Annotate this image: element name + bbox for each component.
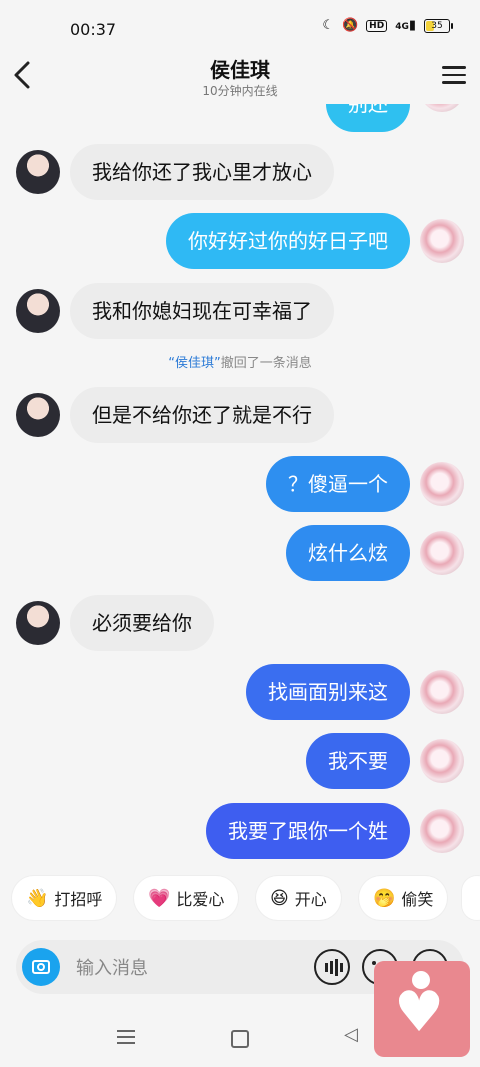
message-row: 别还 — [0, 104, 480, 132]
message-bubble-outgoing[interactable]: 别还 — [326, 104, 410, 132]
smirk-icon: 🤭 — [373, 887, 396, 909]
voice-icon[interactable] — [314, 949, 350, 985]
quick-reply-label: 偷笑 — [401, 890, 434, 909]
contact-avatar[interactable] — [16, 393, 60, 437]
message-input[interactable]: 输入消息 — [76, 954, 148, 980]
message-bubble-outgoing[interactable]: 我不要 — [306, 733, 410, 789]
my-avatar[interactable] — [420, 739, 464, 783]
quick-reply-greet[interactable]: 👋 打招呼 — [12, 876, 117, 920]
chat-header: 侯佳琪 10分钟内在线 — [0, 48, 480, 104]
system-nav-bar: ◁ — [0, 1010, 480, 1067]
message-row: 炫什么炫 — [0, 525, 480, 581]
my-avatar[interactable] — [420, 462, 464, 506]
battery-icon: 35 — [424, 18, 453, 33]
status-time: 00:37 — [70, 20, 117, 39]
quick-reply-label: 打招呼 — [54, 890, 103, 909]
quick-reply-heart[interactable]: 💗 比爱心 — [134, 876, 239, 920]
message-row: 我给你还了我心里才放心 — [0, 144, 480, 200]
message-row: 必须要给你 — [0, 595, 480, 651]
quick-reply-more[interactable] — [462, 876, 480, 920]
contact-avatar[interactable] — [16, 289, 60, 333]
message-bubble-incoming[interactable]: 我和你媳妇现在可幸福了 — [70, 283, 334, 339]
my-avatar[interactable] — [420, 670, 464, 714]
my-avatar[interactable] — [420, 219, 464, 263]
heart-icon: 💗 — [148, 887, 171, 909]
recent-apps-icon[interactable] — [117, 1030, 135, 1048]
message-row: 我要了跟你一个姓 — [0, 803, 480, 859]
message-row: 你好好过你的好日子吧 — [0, 213, 480, 269]
grin-icon: 😆 — [270, 887, 289, 909]
message-row: 但是不给你还了就是不行 — [0, 387, 480, 443]
wave-hand-icon: 👋 — [26, 887, 49, 909]
my-avatar[interactable] — [420, 104, 464, 112]
message-bubble-outgoing[interactable]: ？傻逼一个 — [266, 456, 410, 512]
message-row: ？傻逼一个 — [0, 456, 480, 512]
message-bubble-outgoing[interactable]: 你好好过你的好日子吧 — [166, 213, 410, 269]
message-bubble-outgoing[interactable]: 炫什么炫 — [286, 525, 410, 581]
message-row: 我和你媳妇现在可幸福了 — [0, 283, 480, 339]
menu-icon[interactable] — [442, 66, 466, 86]
contact-avatar[interactable] — [16, 150, 60, 194]
quick-reply-label: 开心 — [294, 890, 327, 909]
quick-reply-label: 比爱心 — [176, 890, 225, 909]
recall-notice-text: 撤回了一条消息 — [220, 356, 312, 371]
bell-off-icon: 🔕 — [341, 18, 359, 33]
message-bubble-outgoing[interactable]: 找画面别来这 — [246, 664, 410, 720]
quick-reply-giggle[interactable]: 🤭 偷笑 — [359, 876, 448, 920]
recall-notice-name[interactable]: “侯佳琪” — [168, 356, 220, 371]
home-icon[interactable] — [231, 1030, 249, 1048]
signal-4g-icon: 4G▮ — [395, 18, 416, 33]
message-row: 我不要 — [0, 733, 480, 789]
camera-button[interactable] — [22, 948, 60, 986]
contact-avatar[interactable] — [16, 601, 60, 645]
message-bubble-incoming[interactable]: 我给你还了我心里才放心 — [70, 144, 334, 200]
message-bubble-outgoing[interactable]: 我要了跟你一个姓 — [206, 803, 410, 859]
status-icons: ☾ 🔕 HD 4G▮ 35 — [322, 18, 453, 33]
my-avatar[interactable] — [420, 531, 464, 575]
message-bubble-incoming[interactable]: 但是不给你还了就是不行 — [70, 387, 334, 443]
online-status: 10分钟内在线 — [202, 84, 278, 98]
message-row: 找画面别来这 — [0, 664, 480, 720]
message-list[interactable]: 别还 我给你还了我心里才放心 你好好过你的好日子吧 我和你媳妇现在可幸福了 “侯… — [0, 104, 480, 864]
contact-name: 侯佳琪 — [210, 58, 270, 82]
recall-notice: “侯佳琪”撤回了一条消息 — [0, 352, 480, 371]
hd-icon: HD — [366, 19, 388, 32]
nav-back-icon[interactable]: ◁ — [344, 1024, 358, 1045]
moon-icon: ☾ — [322, 18, 334, 33]
my-avatar[interactable] — [420, 809, 464, 853]
quick-reply-bar: 👋 打招呼 💗 比爱心 😆 开心 🤭 偷笑 — [0, 876, 480, 924]
quick-reply-happy[interactable]: 😆 开心 — [256, 876, 341, 920]
message-bubble-incoming[interactable]: 必须要给你 — [70, 595, 214, 651]
